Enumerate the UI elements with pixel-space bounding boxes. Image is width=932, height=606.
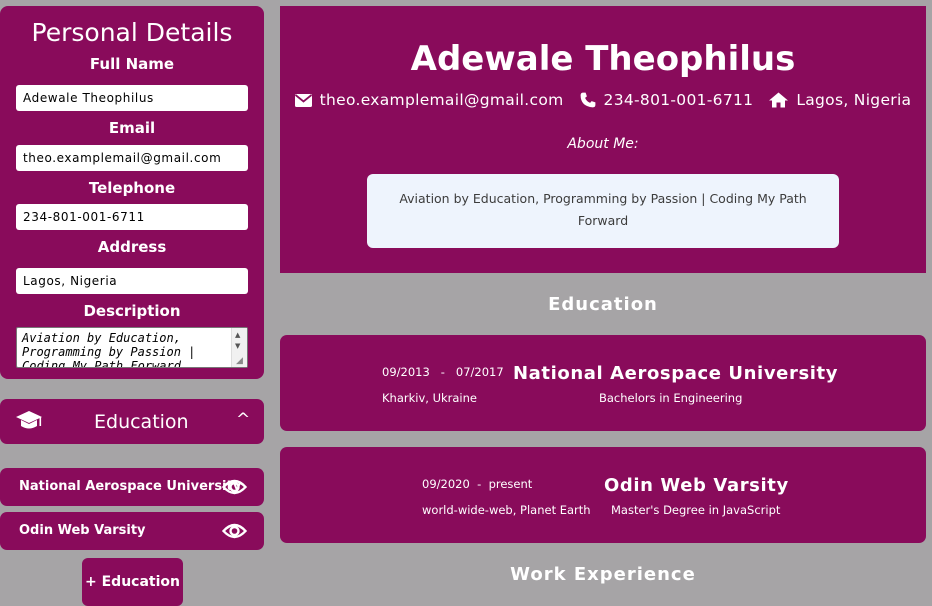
education-item-name: Odin Web Varsity <box>19 523 146 538</box>
contact-email: theo.examplemail@gmail.com <box>294 91 564 109</box>
email-label: Email <box>108 119 156 137</box>
cv-name: Adewale Theophilus <box>410 39 796 79</box>
envelope-icon <box>294 93 312 107</box>
contact-address-text: Lagos, Nigeria <box>796 91 912 109</box>
collapse-caret-icon[interactable]: ^ <box>236 410 250 430</box>
eye-icon[interactable] <box>222 521 247 541</box>
education-card: 09/2013 - 07/2017 Kharkiv, Ukraine Natio… <box>280 335 926 431</box>
description-label: Description <box>83 302 181 320</box>
resize-grip-icon[interactable]: ◢ <box>236 357 243 366</box>
phone-icon <box>580 92 595 108</box>
eye-icon[interactable] <box>222 477 247 497</box>
contact-email-text: theo.examplemail@gmail.com <box>319 91 564 109</box>
education-section-label: Education <box>94 411 189 433</box>
education-school: National Aerospace University <box>513 363 839 384</box>
education-dates: 09/2013 - 07/2017 <box>382 365 504 379</box>
add-education-button[interactable]: + Education <box>82 558 183 606</box>
about-me-label: About Me: <box>567 136 639 152</box>
full-name-label: Full Name <box>89 55 175 73</box>
address-input[interactable] <box>16 268 248 294</box>
education-degree: Master's Degree in JavaScript <box>611 503 781 517</box>
education-card: 09/2020 - present world-wide-web, Planet… <box>280 447 926 543</box>
education-section-title: Education <box>548 294 658 315</box>
education-school: Odin Web Varsity <box>604 475 789 496</box>
contact-address: Lagos, Nigeria <box>769 91 911 109</box>
contact-phone-text: 234-801-001-6711 <box>603 91 754 109</box>
contact-row: theo.examplemail@gmail.com 234-801-001-6… <box>280 89 926 111</box>
full-name-input[interactable] <box>16 85 248 111</box>
home-icon <box>769 92 789 108</box>
scroll-up-arrow-icon[interactable]: ▲ <box>235 331 240 339</box>
graduation-cap-icon <box>16 411 42 429</box>
education-location: world-wide-web, Planet Earth <box>422 503 591 517</box>
cv-header: Adewale Theophilus theo.examplemail@gmai… <box>280 6 926 273</box>
education-item-name: National Aerospace University <box>19 479 242 494</box>
personal-details-panel: Personal Details Full Name Email Telepho… <box>0 6 264 379</box>
description-textarea[interactable]: Aviation by Education, Programming by Pa… <box>16 327 248 368</box>
work-experience-section-title: Work Experience <box>510 564 696 585</box>
education-list-item[interactable]: National Aerospace University <box>0 468 264 506</box>
telephone-label: Telephone <box>88 179 176 197</box>
contact-phone: 234-801-001-6711 <box>580 91 754 109</box>
scroll-down-arrow-icon[interactable]: ▼ <box>235 342 240 350</box>
address-label: Address <box>97 238 167 256</box>
education-dates: 09/2020 - present <box>422 477 533 491</box>
education-location: Kharkiv, Ukraine <box>382 391 477 405</box>
education-section-toggle[interactable]: Education ^ <box>0 399 264 444</box>
about-me-text: Aviation by Education, Programming by Pa… <box>367 174 839 248</box>
personal-details-title: Personal Details <box>31 18 233 47</box>
education-degree: Bachelors in Engineering <box>599 391 743 405</box>
telephone-input[interactable] <box>16 204 248 230</box>
education-list-item[interactable]: Odin Web Varsity <box>0 512 264 550</box>
email-input[interactable] <box>16 145 248 171</box>
